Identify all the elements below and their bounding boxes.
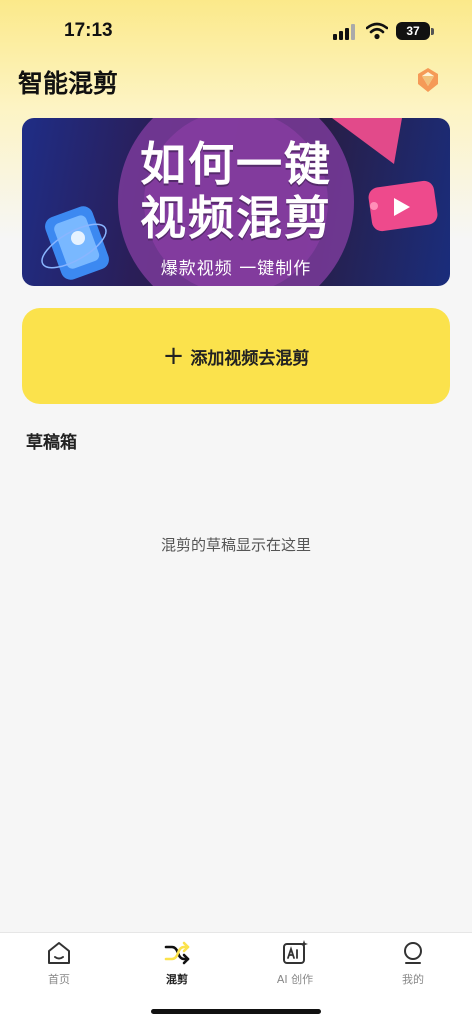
wifi-icon — [366, 22, 388, 40]
home-indicator — [151, 1009, 321, 1014]
add-video-button[interactable]: + 添加视频去混剪 — [22, 308, 450, 404]
shuffle-icon — [164, 941, 190, 965]
plus-icon: + — [162, 341, 185, 371]
battery-indicator: 37 — [396, 22, 430, 40]
tab-profile[interactable]: 我的 — [354, 939, 472, 995]
status-time: 17:13 — [64, 20, 113, 41]
tab-profile-label: 我的 — [402, 973, 424, 986]
banner-subtitle: 爆款视频 一键制作 — [160, 259, 312, 279]
tab-ai-create-label: AI 创作 — [276, 973, 314, 986]
banner-title-line2: 视频混剪 — [140, 191, 332, 245]
home-icon — [48, 942, 70, 964]
page-title: 智能混剪 — [18, 69, 119, 98]
drafts-empty-text: 混剪的草稿显示在这里 — [160, 536, 311, 554]
tab-home-label: 首页 — [48, 973, 70, 986]
drafts-title: 草稿箱 — [26, 433, 77, 453]
status-bar: 17:13 37 — [0, 0, 472, 60]
add-video-label: 添加视频去混剪 — [190, 348, 310, 369]
signal-icon — [333, 24, 355, 40]
promo-banner[interactable]: 如何一键 视频混剪 爆款视频 一键制作 — [22, 118, 450, 286]
tab-ai-create[interactable]: AI 创作 — [236, 939, 354, 995]
ai-create-icon — [283, 940, 308, 964]
profile-icon — [404, 942, 422, 964]
diamond-badge-icon[interactable] — [412, 64, 444, 96]
tab-home[interactable]: 首页 — [0, 939, 118, 995]
tab-mix[interactable]: 混剪 — [118, 939, 236, 995]
battery-cap — [431, 28, 434, 35]
tab-mix-label: 混剪 — [166, 973, 188, 986]
